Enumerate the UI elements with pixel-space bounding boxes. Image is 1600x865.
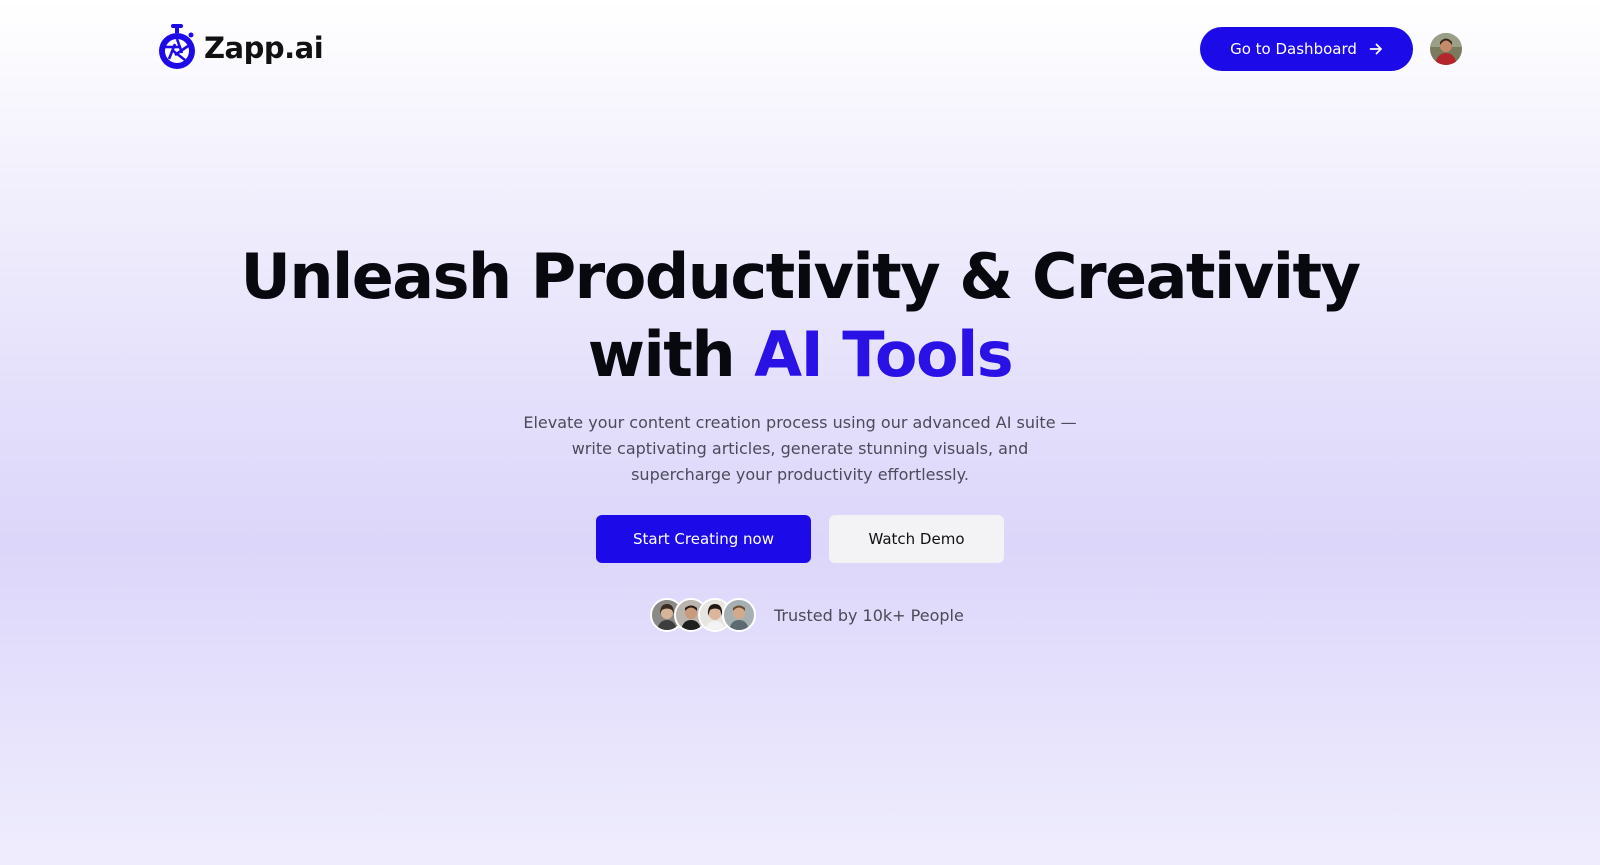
go-to-dashboard-label: Go to Dashboard bbox=[1230, 40, 1357, 58]
brand-name: Zapp.ai bbox=[204, 31, 324, 65]
hero-title-line1: Unleash Productivity & Creativity bbox=[240, 240, 1361, 313]
user-avatar-4 bbox=[722, 598, 756, 632]
watch-demo-button[interactable]: Watch Demo bbox=[829, 515, 1004, 563]
hero-title: Unleash Productivity & Creativity with A… bbox=[0, 238, 1600, 394]
hero-title-line2-prefix: with bbox=[587, 318, 755, 391]
camera-aperture-icon bbox=[159, 24, 195, 69]
hero-subtitle: Elevate your content creation process us… bbox=[523, 413, 1077, 484]
arrow-right-icon bbox=[1369, 43, 1382, 55]
hero-title-accent: AI Tools bbox=[754, 318, 1014, 391]
brand-logo[interactable]: Zapp.ai bbox=[156, 22, 324, 72]
user-avatar[interactable] bbox=[1430, 33, 1462, 65]
trusted-avatars-group bbox=[650, 598, 756, 632]
user-avatar-image bbox=[1430, 33, 1462, 65]
social-proof: Trusted by 10k+ People bbox=[650, 597, 964, 633]
go-to-dashboard-button[interactable]: Go to Dashboard bbox=[1200, 27, 1413, 71]
start-creating-button[interactable]: Start Creating now bbox=[596, 515, 811, 563]
trusted-by-text: Trusted by 10k+ People bbox=[774, 605, 964, 625]
top-nav: Zapp.ai Go to Dashboard bbox=[0, 0, 1600, 98]
